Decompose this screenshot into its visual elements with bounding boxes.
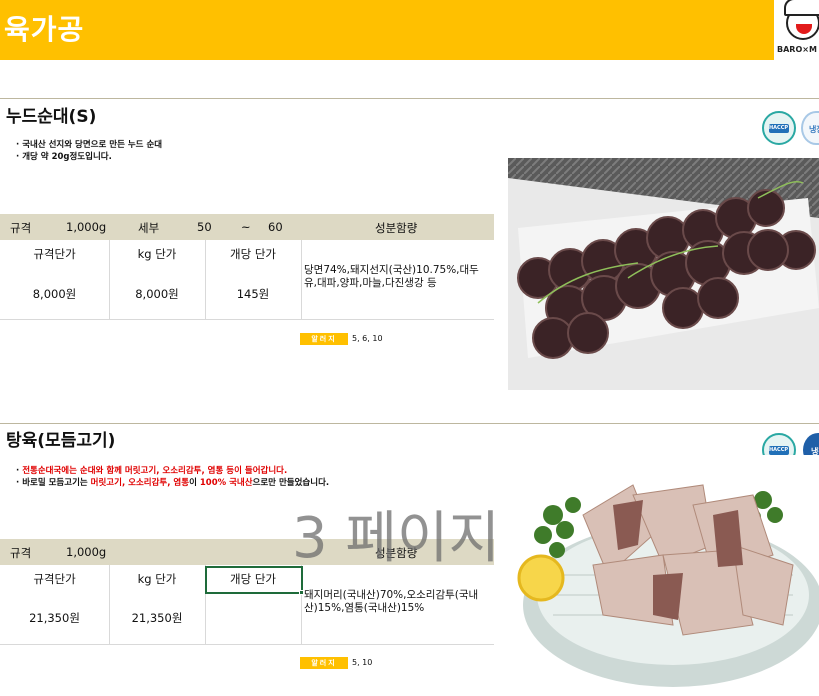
section-divider bbox=[0, 98, 819, 99]
section-divider bbox=[0, 423, 819, 424]
grid-line bbox=[0, 644, 494, 645]
product-photo-meat bbox=[513, 455, 819, 696]
grid-line bbox=[301, 240, 302, 320]
ingredients-header: 성분함량 bbox=[375, 221, 418, 235]
spec-range-from: 50 bbox=[197, 220, 212, 234]
price-unit: 21,350원 bbox=[29, 611, 80, 625]
description-line: · 개당 약 20g정도입니다. bbox=[16, 152, 112, 162]
page-watermark: 3 페이지 bbox=[292, 506, 500, 571]
product-description: · 전통순대국에는 순대와 함께 머릿고기, 오소리감투, 염통 등이 들어갑니… bbox=[16, 465, 329, 489]
price-each: 145원 bbox=[236, 287, 270, 301]
description-line: · 국내산 선지와 당면으로 만든 누드 순대 bbox=[16, 140, 163, 150]
spec-label: 규격 bbox=[10, 546, 32, 560]
price-header-kg: kg 단가 bbox=[137, 247, 177, 261]
allergy-value: 5, 6, 10 bbox=[352, 334, 383, 343]
spec-range-to: 60 bbox=[268, 220, 283, 234]
brand-logo: BARO×M bbox=[774, 0, 819, 60]
price-header-kg: kg 단가 bbox=[137, 572, 177, 586]
spec-label: 규격 bbox=[10, 221, 32, 235]
spec-range-sep: ~ bbox=[241, 220, 251, 234]
fill-handle[interactable] bbox=[299, 590, 304, 595]
header-bar: 육가공 BARO×M bbox=[0, 0, 819, 60]
price-header-unit: 규격단가 bbox=[33, 247, 76, 261]
product-title: 누드순대(S) bbox=[6, 107, 97, 127]
allergy-label: 알러지 bbox=[300, 657, 348, 669]
price-header-each: 개당 단가 bbox=[230, 247, 276, 261]
selected-cell[interactable] bbox=[205, 566, 303, 594]
description-line: · 바로밀 모듬고기는 머릿고기, 오소리감투, 염통이 100% 국내산으로만… bbox=[16, 478, 330, 488]
logo-text: BARO×M bbox=[777, 45, 817, 54]
description-line: · 전통순대국에는 순대와 함께 머릿고기, 오소리감투, 염통 등이 들어갑니… bbox=[16, 466, 288, 476]
spec-sub-label: 세부 bbox=[138, 221, 160, 235]
spec-bar: 규격 1,000g 세부 50 ~ 60 성분함량 bbox=[0, 214, 494, 240]
grid-line bbox=[109, 565, 110, 645]
refrigerated-badge-icon: 냉장 bbox=[801, 111, 819, 145]
price-unit: 8,000원 bbox=[32, 287, 77, 301]
chef-face-icon bbox=[784, 0, 819, 40]
grid-line bbox=[109, 240, 110, 320]
grid-line bbox=[0, 319, 494, 320]
ingredients-text: 돼지머리(국내산)70%,오소리감투(국내산)15%,염통(국내산)15% bbox=[304, 589, 479, 614]
spec-value: 1,000g bbox=[66, 220, 107, 234]
haccp-badge-icon: HACCP bbox=[762, 111, 796, 145]
price-kg: 21,350원 bbox=[131, 611, 183, 625]
price-kg: 8,000원 bbox=[135, 287, 179, 301]
page-title: 육가공 bbox=[4, 13, 85, 46]
product-title: 탕육(모듬고기) bbox=[6, 431, 116, 451]
grid-line bbox=[205, 240, 206, 320]
allergy-value: 5, 10 bbox=[352, 658, 373, 667]
product-description: · 국내산 선지와 당면으로 만든 누드 순대 · 개당 약 20g정도입니다. bbox=[16, 139, 162, 163]
product-photo-sundae bbox=[508, 158, 819, 390]
ingredients-text: 당면74%,돼지선지(국산)10.75%,대두유,대파,양파,마늘,다진생강 등 bbox=[304, 264, 479, 289]
spec-value: 1,000g bbox=[66, 545, 107, 559]
allergy-label: 알러지 bbox=[300, 333, 348, 345]
price-header-unit: 규격단가 bbox=[33, 572, 76, 586]
